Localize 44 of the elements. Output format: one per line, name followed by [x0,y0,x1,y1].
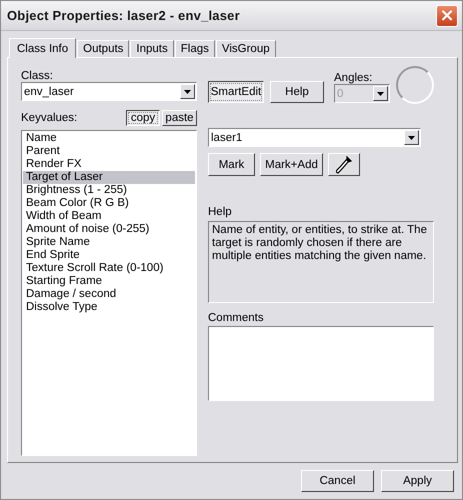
keyvalue-item[interactable]: Width of Beam [23,210,195,223]
keyvalue-item[interactable]: Damage / second [23,288,195,301]
tab[interactable]: VisGroup [216,40,276,57]
keyvalue-item[interactable]: Sprite Name [23,236,195,249]
keyvalue-item[interactable]: Name [23,132,195,145]
tab[interactable]: Outputs [77,40,130,57]
eyedropper-button[interactable] [328,153,360,176]
class-dropdown[interactable]: env_laser [21,82,197,101]
apply-button[interactable]: Apply [381,470,454,492]
keyvalue-item[interactable]: End Sprite [23,249,195,262]
keyvalue-item[interactable]: Beam Color (R G B) [23,197,195,210]
keyvalue-item[interactable]: Parent [23,145,195,158]
keyvalues-label: Keyvalues: [21,112,78,124]
dropdown-arrow-icon [408,136,415,140]
tab[interactable]: Class Info [9,38,76,58]
smartedit-button[interactable]: SmartEdit [208,81,264,103]
keyvalue-item[interactable]: Brightness (1 - 255) [23,184,195,197]
mark-add-button[interactable]: Mark+Add [260,153,323,176]
mark-button[interactable]: Mark [208,153,255,176]
keyvalue-item[interactable]: Dissolve Type [23,301,195,314]
close-button[interactable]: × [436,4,458,26]
keyvalue-item[interactable]: Starting Frame [23,275,195,288]
help-label: Help [208,206,233,218]
cancel-button[interactable]: Cancel [301,470,374,492]
copy-button[interactable]: copy [126,110,160,126]
keyvalue-item[interactable]: Target of Laser [23,171,195,184]
tab[interactable]: Inputs [130,40,174,57]
angles-label: Angles: [334,72,374,84]
class-label: Class: [21,70,54,82]
keyvalue-item[interactable]: Texture Scroll Rate (0-100) [23,262,195,275]
comments-field[interactable] [208,326,434,401]
angle-dial[interactable] [396,66,434,104]
value-dropdown[interactable]: laser1 [208,128,421,147]
keyvalue-item[interactable]: Amount of noise (0-255) [23,223,195,236]
paste-button[interactable]: paste [162,110,197,126]
keyvalue-item[interactable]: Render FX [23,158,195,171]
help-text: Name of entity, or entities, to strike at. The target is randomly chosen if there are multiple entities matching the given name. [208,221,434,303]
dropdown-arrow-icon [184,90,191,94]
help-button[interactable]: Help [270,81,324,103]
eyedropper-icon [336,156,352,174]
comments-label: Comments [208,312,265,324]
window-title: Object Properties: laser2 - env_laser [7,8,240,23]
dropdown-arrow-icon [377,92,384,96]
tab[interactable]: Flags [174,40,215,57]
